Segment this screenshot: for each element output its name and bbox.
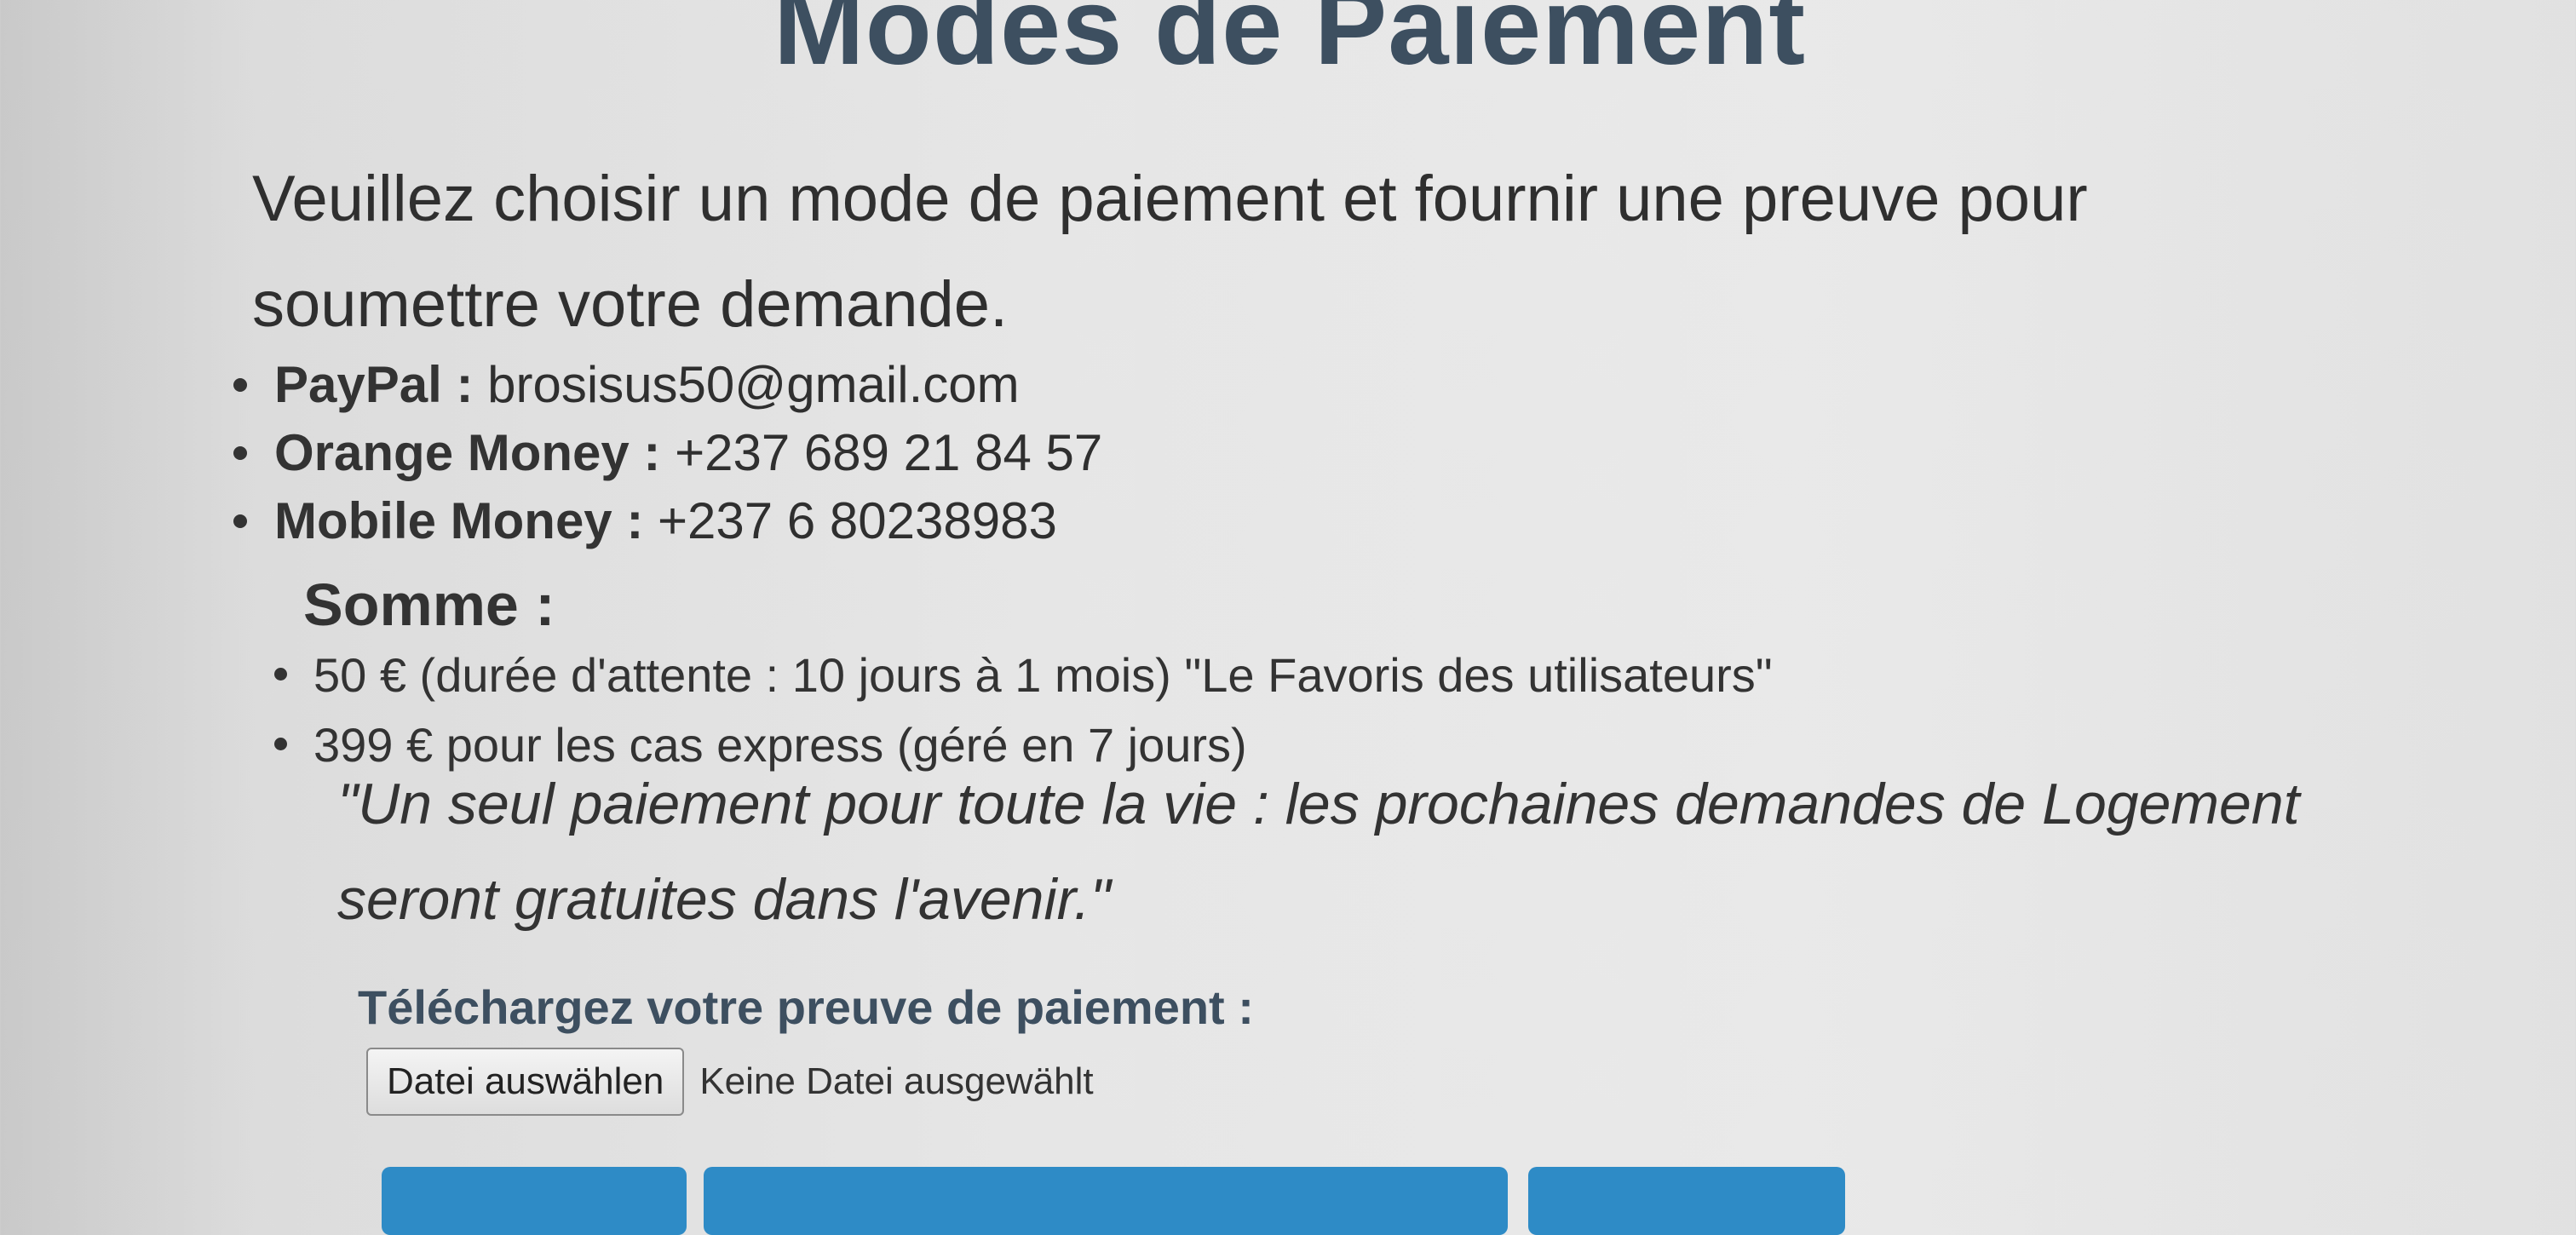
bullet-icon <box>274 668 287 681</box>
payment-method-name: Orange Money : <box>274 424 661 481</box>
file-status-text: Keine Datei ausgewählt <box>699 1060 1094 1102</box>
price-option-standard: 50 € (durée d'attente : 10 jours à 1 moi… <box>256 640 1773 710</box>
payment-method-name: Mobile Money : <box>274 492 644 549</box>
page-title: Modes de Paiement <box>773 0 1806 88</box>
upload-label: Téléchargez votre preuve de paiement : <box>358 980 1254 1034</box>
action-button-1[interactable] <box>382 1167 687 1235</box>
payment-method-paypal: PayPal : brosisus50@gmail.com <box>213 351 1102 419</box>
payment-method-value: +237 689 21 84 57 <box>675 424 1103 481</box>
action-button-2[interactable] <box>704 1167 1508 1235</box>
bullet-icon <box>233 514 247 528</box>
payment-method-mobile-money: Mobile Money : +237 6 80238983 <box>213 487 1102 555</box>
lifetime-payment-quote: "Un seul paiement pour toute la vie : le… <box>337 772 2300 932</box>
file-upload-control: Datei auswählen Keine Datei ausgewählt <box>366 1048 1094 1116</box>
sum-heading: Somme : <box>303 572 555 638</box>
action-button-3[interactable] <box>1528 1167 1845 1235</box>
payment-method-orange-money: Orange Money : +237 689 21 84 57 <box>213 419 1102 487</box>
payment-method-name: PayPal : <box>274 356 474 413</box>
payment-methods-list: PayPal : brosisus50@gmail.com Orange Mon… <box>213 351 1102 555</box>
price-option-text: 50 € (durée d'attente : 10 jours à 1 moi… <box>313 648 1773 702</box>
bullet-icon <box>233 446 247 460</box>
payment-method-value: brosisus50@gmail.com <box>487 356 1020 413</box>
bullet-icon <box>233 378 247 392</box>
bullet-icon <box>274 738 287 750</box>
choose-file-button[interactable]: Datei auswählen <box>366 1048 685 1116</box>
intro-text: Veuillez choisir un mode de paiement et … <box>252 163 2088 341</box>
payment-method-value: +237 6 80238983 <box>658 492 1057 549</box>
